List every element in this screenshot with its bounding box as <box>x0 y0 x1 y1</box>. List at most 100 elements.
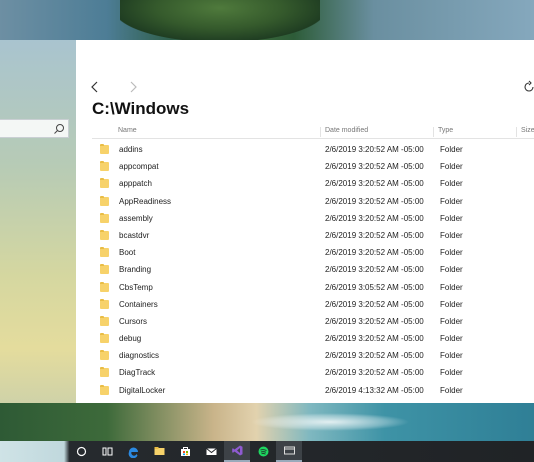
folder-icon <box>100 264 109 275</box>
file-name: debug <box>119 334 142 344</box>
current-path-title: C:\Windows <box>92 99 190 118</box>
file-row[interactable]: addins 2/6/2019 3:20:52 AM -05:00 Folder <box>92 141 534 158</box>
folder-icon <box>100 281 109 292</box>
file-list: addins 2/6/2019 3:20:52 AM -05:00 Folder a… <box>92 141 534 399</box>
file-type: Folder <box>440 145 463 154</box>
file-name: CbsTemp <box>119 282 153 292</box>
taskbar <box>0 441 534 462</box>
file-type: Folder <box>440 316 463 326</box>
file-date: 2/6/2019 3:20:52 AM -05:00 <box>325 248 424 258</box>
file-date: 2/6/2019 3:20:52 AM -05:00 <box>325 145 424 154</box>
edge-button[interactable] <box>120 441 146 462</box>
files-app-button[interactable] <box>276 441 302 462</box>
file-name: appcompat <box>119 162 159 172</box>
file-date: 2/6/2019 3:20:52 AM -05:00 <box>325 213 424 223</box>
spotify-button[interactable] <box>250 441 276 462</box>
store-icon <box>180 447 190 456</box>
file-name: DigitalLocker <box>119 385 166 395</box>
folder-icon <box>100 367 109 378</box>
file-row[interactable]: apppatch 2/6/2019 3:20:52 AM -05:00 Folder <box>92 175 534 192</box>
file-type: Folder <box>440 265 463 275</box>
folder-icon <box>100 144 109 154</box>
visual-studio-button[interactable] <box>224 441 250 462</box>
file-name: assembly <box>119 213 153 223</box>
file-date: 2/6/2019 4:13:32 AM -05:00 <box>325 385 424 395</box>
search-box[interactable] <box>0 119 69 138</box>
desktop-wallpaper-top <box>0 0 534 40</box>
file-type: Folder <box>440 334 463 344</box>
file-row[interactable]: diagnostics 2/6/2019 3:20:52 AM -05:00 Fol… <box>92 347 534 364</box>
file-type: Folder <box>440 299 463 309</box>
wallpaper-surf <box>250 413 410 431</box>
folder-icon <box>100 384 109 395</box>
edge-icon <box>128 447 138 458</box>
folder-icon <box>100 315 109 326</box>
cortana-icon <box>76 446 86 457</box>
file-type: Folder <box>440 368 463 378</box>
cortana-button[interactable] <box>68 441 94 462</box>
column-header-name[interactable]: Name <box>114 127 137 137</box>
folder-icon <box>100 161 109 172</box>
file-explorer-button[interactable] <box>146 441 172 462</box>
folder-icon <box>100 350 109 361</box>
mail-button[interactable] <box>198 441 224 462</box>
file-row[interactable]: DigitalLocker 2/6/2019 4:13:32 AM -05:00 F… <box>92 382 534 399</box>
file-row[interactable]: DiagTrack 2/6/2019 3:20:52 AM -05:00 Folde… <box>92 364 534 381</box>
file-name: Cursors <box>119 316 148 326</box>
file-row[interactable]: Boot 2/6/2019 3:20:52 AM -05:00 Folder <box>92 244 534 261</box>
file-type: Folder <box>440 196 463 206</box>
file-date: 2/6/2019 3:20:52 AM -05:00 <box>325 368 424 378</box>
file-explorer-icon <box>154 447 164 455</box>
file-row[interactable]: assembly 2/6/2019 3:20:52 AM -05:00 Folder <box>92 210 534 227</box>
file-name: diagnostics <box>119 351 160 361</box>
file-date: 2/6/2019 3:20:52 AM -05:00 <box>325 299 424 309</box>
column-header-date-modified[interactable]: Date modified <box>320 127 368 137</box>
folder-icon <box>100 212 109 223</box>
folder-icon <box>100 195 109 206</box>
file-row[interactable]: AppReadiness 2/6/2019 3:20:52 AM -05:00 Fo… <box>92 193 534 210</box>
refresh-icon[interactable] <box>522 80 534 94</box>
wallpaper-cliff <box>120 0 320 40</box>
file-date: 2/6/2019 3:20:52 AM -05:00 <box>325 179 424 189</box>
file-row[interactable]: Containers 2/6/2019 3:20:52 AM -05:00 Fold… <box>92 296 534 313</box>
file-date: 2/6/2019 3:20:52 AM -05:00 <box>325 230 424 240</box>
file-type: Folder <box>440 282 463 292</box>
file-row[interactable]: debug 2/6/2019 3:20:52 AM -05:00 Folder <box>92 330 534 347</box>
file-date: 2/6/2019 3:20:52 AM -05:00 <box>325 196 424 206</box>
folder-icon <box>100 178 109 189</box>
file-type: Folder <box>440 162 463 172</box>
file-name: apppatch <box>119 179 152 189</box>
back-arrow-icon[interactable] <box>88 80 102 94</box>
task-view-icon <box>102 447 112 456</box>
file-name: Containers <box>119 299 158 309</box>
file-row[interactable]: Branding 2/6/2019 3:20:52 AM -05:00 Folder <box>92 261 534 278</box>
file-type: Folder <box>440 248 463 258</box>
folder-icon <box>100 247 109 258</box>
folder-icon <box>100 333 109 344</box>
file-row[interactable]: appcompat 2/6/2019 3:20:52 AM -05:00 Folde… <box>92 158 534 175</box>
forward-arrow-icon[interactable] <box>126 80 140 94</box>
file-name: AppReadiness <box>119 196 172 206</box>
file-explorer-window: C:\Windows Name Date modified Type Size … <box>76 40 534 403</box>
file-row[interactable]: CbsTemp 2/6/2019 3:05:52 AM -05:00 Folder <box>92 279 534 296</box>
file-type: Folder <box>440 179 463 189</box>
store-button[interactable] <box>172 441 198 462</box>
file-type: Folder <box>440 351 463 361</box>
folder-icon <box>100 229 109 240</box>
file-type: Folder <box>440 213 463 223</box>
file-name: Branding <box>119 265 152 275</box>
file-row[interactable]: Cursors 2/6/2019 3:20:52 AM -05:00 Folder <box>92 313 534 330</box>
file-date: 2/6/2019 3:20:52 AM -05:00 <box>325 334 424 344</box>
search-icon[interactable] <box>53 123 65 135</box>
column-header-size[interactable]: Size <box>516 127 534 137</box>
column-header-row: Name Date modified Type Size <box>92 124 534 139</box>
file-row[interactable]: bcastdvr 2/6/2019 3:20:52 AM -05:00 Folder <box>92 227 534 244</box>
file-type: Folder <box>440 230 463 240</box>
visual-studio-icon <box>231 445 242 456</box>
file-type: Folder <box>440 385 463 395</box>
column-header-type[interactable]: Type <box>433 127 453 137</box>
navigation-pane <box>0 40 76 403</box>
file-date: 2/6/2019 3:20:52 AM -05:00 <box>325 351 424 361</box>
file-name: bcastdvr <box>119 230 150 240</box>
task-view-button[interactable] <box>94 441 120 462</box>
